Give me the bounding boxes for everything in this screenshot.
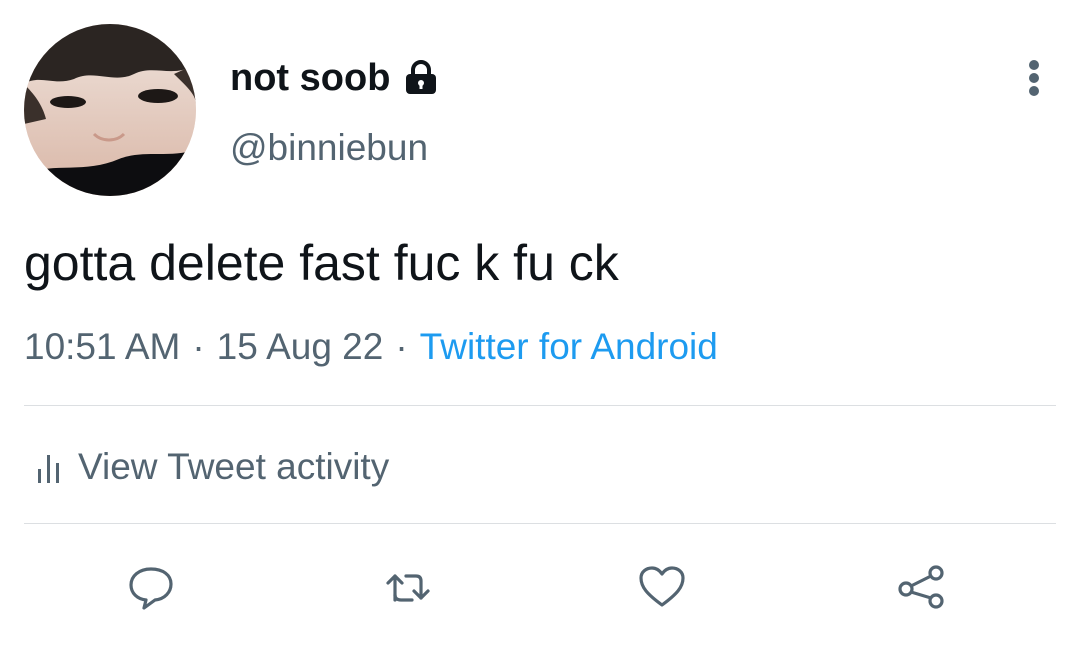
- share-button[interactable]: [894, 560, 948, 614]
- tweet-source-link[interactable]: Twitter for Android: [420, 324, 718, 370]
- display-name-text[interactable]: not soob: [230, 56, 390, 100]
- user-handle[interactable]: @binniebun: [230, 126, 428, 170]
- heart-icon: [639, 566, 685, 607]
- meta-separator: ·: [192, 326, 205, 367]
- avatar[interactable]: [24, 24, 196, 196]
- view-tweet-activity-link[interactable]: View Tweet activity: [36, 444, 389, 490]
- more-dot: [1029, 60, 1039, 70]
- more-dot: [1029, 86, 1039, 96]
- meta-separator: ·: [395, 326, 408, 367]
- reply-button[interactable]: [124, 560, 178, 614]
- divider: [24, 523, 1056, 524]
- retweet-icon: [386, 574, 430, 602]
- bar-chart-icon: [36, 450, 62, 484]
- tweet-actions: [0, 560, 1080, 614]
- tweet-date[interactable]: 15 Aug 22: [217, 324, 384, 370]
- more-dot: [1029, 73, 1039, 83]
- display-name[interactable]: not soob: [230, 56, 438, 100]
- divider: [24, 405, 1056, 406]
- tweet-detail: not soob @binniebun gotta delete fast fu…: [0, 0, 1080, 663]
- retweet-button[interactable]: [382, 560, 436, 614]
- tweet-text: gotta delete fast fuc k fu ck: [24, 235, 619, 291]
- tweet-meta: 10:51 AM · 15 Aug 22 · Twitter for Andro…: [24, 324, 718, 370]
- tweet-time[interactable]: 10:51 AM: [24, 324, 180, 370]
- share-icon: [898, 565, 944, 609]
- lock-icon: [404, 60, 438, 96]
- more-options-button[interactable]: [1014, 56, 1054, 100]
- reply-icon: [129, 567, 173, 610]
- view-tweet-activity-label: View Tweet activity: [78, 446, 390, 487]
- like-button[interactable]: [635, 560, 689, 614]
